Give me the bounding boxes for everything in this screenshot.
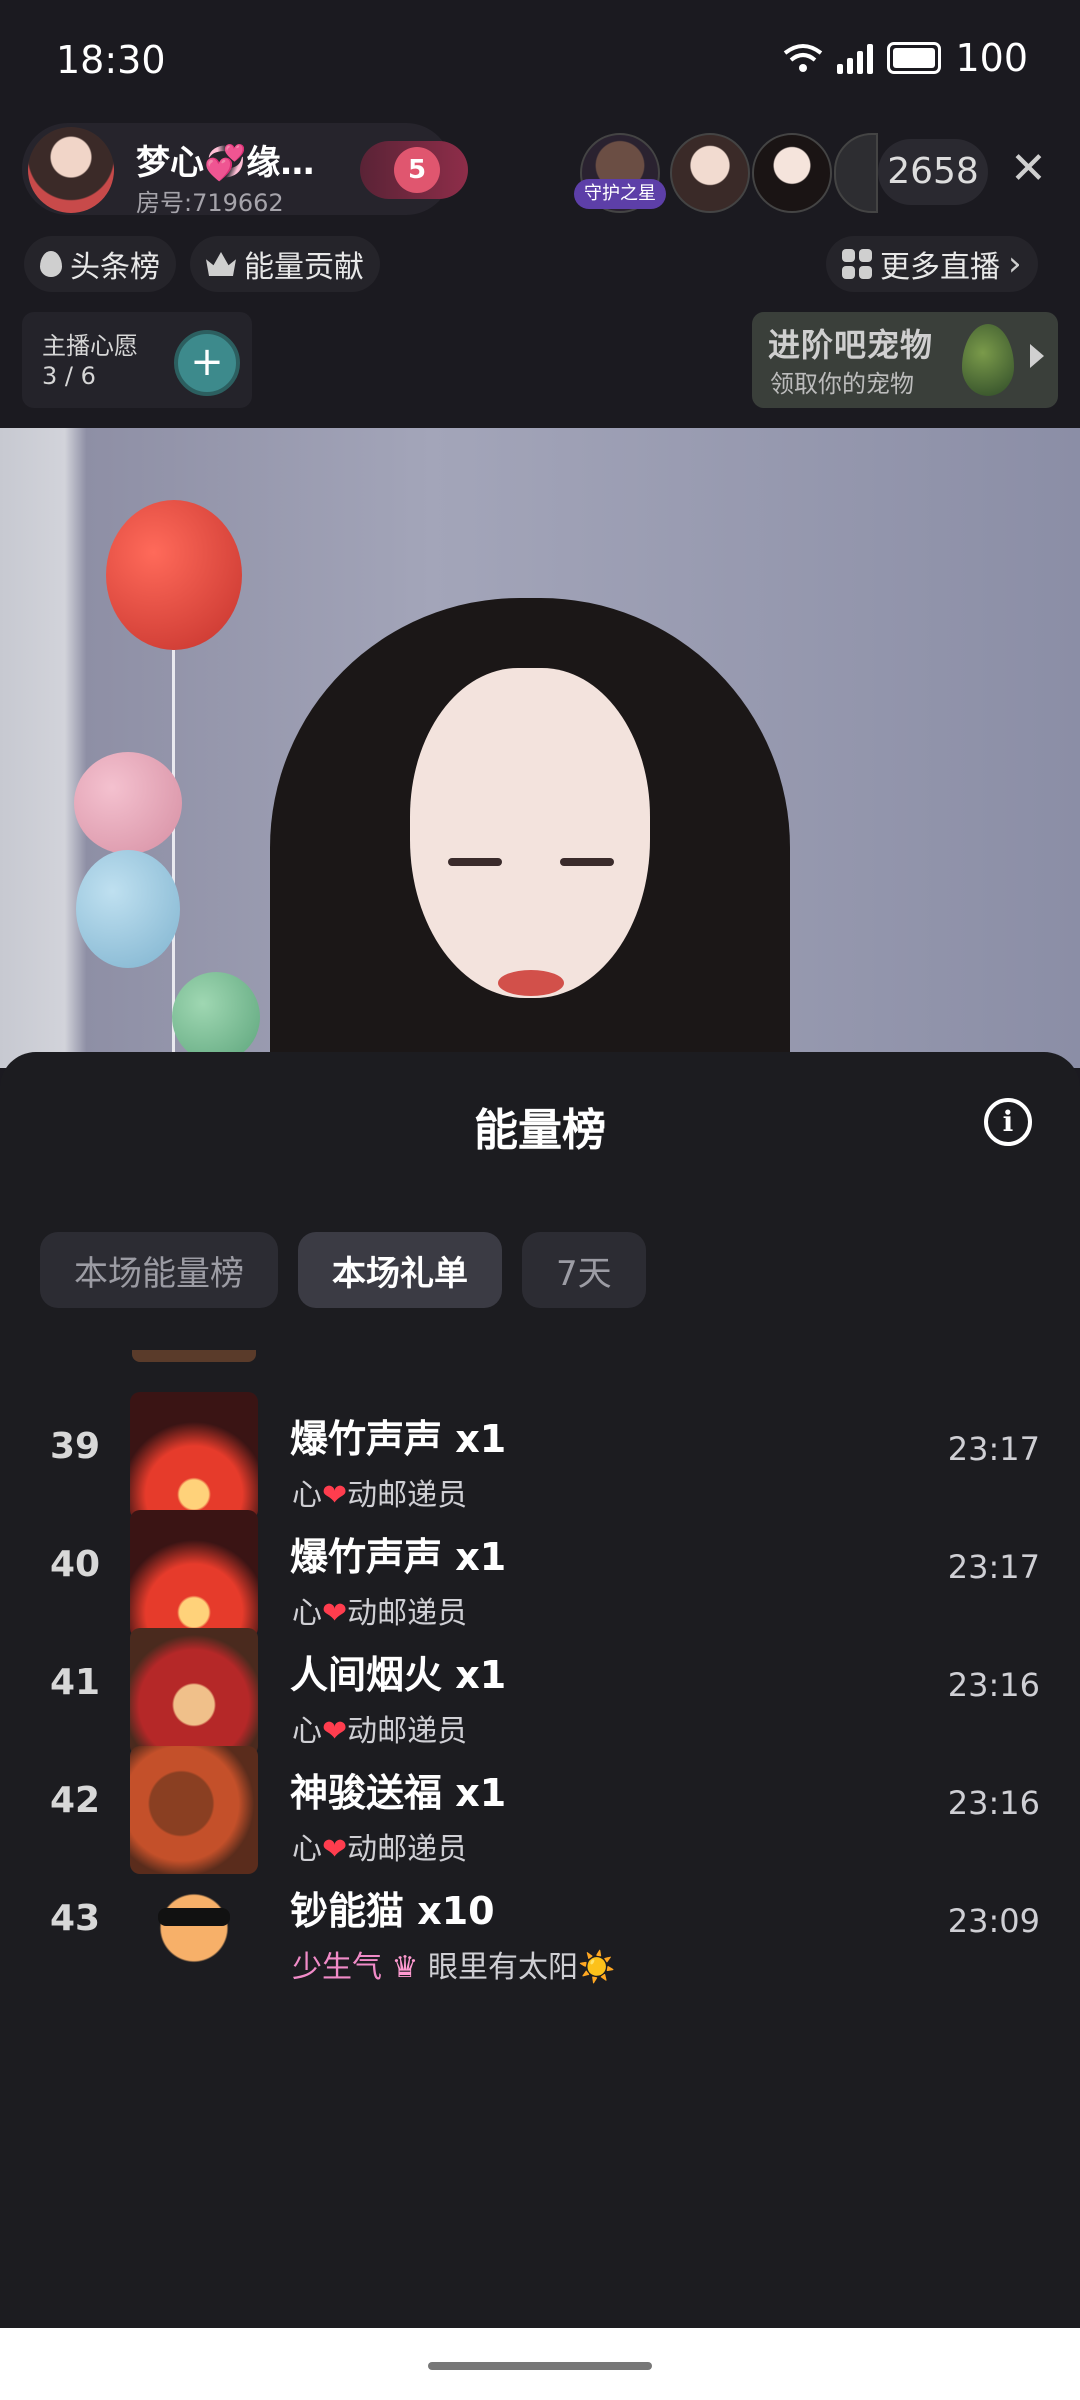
- sender-name: 少生气 ♛ 眼里有太阳☀️: [292, 1950, 616, 1985]
- gift-time: 23:09: [947, 1902, 1040, 1940]
- drop-icon: [40, 251, 62, 277]
- pink-balloon: [74, 752, 182, 854]
- rank-number: 43: [49, 1898, 101, 1939]
- streamer-lips: [498, 970, 564, 996]
- host-info[interactable]: 梦心💞缘… 房号:719662 5: [22, 123, 468, 217]
- guard-star-badge: 守护之星: [574, 179, 666, 209]
- host-name: 梦心💞缘…: [136, 143, 315, 183]
- gift-name: 神骏送福 x1: [290, 1771, 507, 1815]
- gift-name: 爆竹声声 x1: [290, 1535, 507, 1579]
- rank-tabs: 本场能量榜 本场礼单 7天: [40, 1232, 646, 1308]
- close-icon[interactable]: ✕: [1010, 143, 1047, 194]
- gift-time: 23:17: [947, 1548, 1040, 1586]
- host-avatar[interactable]: [28, 127, 114, 213]
- gift-name: 钞能猫 x10: [290, 1889, 495, 1933]
- info-icon[interactable]: i: [984, 1098, 1032, 1146]
- wish-progress: 3 / 6: [42, 362, 96, 390]
- play-arrow-icon: [1030, 344, 1044, 368]
- energy-contribution-label: 能量贡献: [244, 250, 364, 285]
- home-indicator[interactable]: [428, 2362, 652, 2370]
- tab-gift-list[interactable]: 本场礼单: [298, 1232, 502, 1308]
- gift-name: 人间烟火 x1: [290, 1653, 507, 1697]
- energy-rank-sheet: 能量榜 i 本场能量榜 本场礼单 7天 39 爆竹声声 x1 心❤动邮递员 23…: [0, 1052, 1080, 2328]
- red-balloon: [106, 500, 242, 650]
- streamer-eye: [448, 858, 502, 866]
- gift-time: 23:17: [947, 1430, 1040, 1468]
- wifi-icon: [784, 44, 823, 72]
- money-cat-gift-icon: [130, 1864, 258, 1992]
- headline-rank-label: 头条榜: [70, 250, 160, 285]
- grid-icon: [842, 249, 872, 279]
- add-wish-icon[interactable]: +: [174, 330, 240, 396]
- egg-icon: [962, 324, 1014, 396]
- more-live-button[interactable]: 更多直播 ›: [826, 236, 1038, 292]
- list-item[interactable]: 43 钞能猫 x10 少生气 ♛ 眼里有太阳☀️ 23:09: [0, 1844, 1080, 2014]
- rank-number: 41: [49, 1662, 101, 1703]
- status-icons: 100: [783, 36, 1028, 80]
- rank-number: 39: [49, 1426, 101, 1467]
- streamer-eye: [560, 858, 614, 866]
- green-balloon: [172, 972, 260, 1062]
- gift-time: 23:16: [947, 1666, 1040, 1704]
- gift-time: 23:16: [947, 1784, 1040, 1822]
- status-bar: 18:30 100: [0, 0, 1080, 120]
- headline-rank-button[interactable]: 头条榜: [24, 236, 176, 292]
- pet-promo-title: 进阶吧宠物: [768, 326, 934, 364]
- host-wish-card[interactable]: 主播心愿 3 / 6 +: [22, 312, 252, 408]
- heart-level-badge[interactable]: 5: [360, 141, 468, 199]
- battery-level: 100: [955, 36, 1028, 80]
- viewer-avatar[interactable]: [752, 133, 832, 213]
- crown-icon: ♛: [391, 1950, 419, 1985]
- rank-tags: 头条榜 能量贡献 更多直播 ›: [0, 236, 1080, 296]
- blue-balloon: [76, 850, 180, 968]
- gesture-nav-bar: [0, 2328, 1080, 2400]
- gift-list[interactable]: 39 爆竹声声 x1 心❤动邮递员 23:17 40 爆竹声声 x1 心❤动邮递…: [0, 1350, 1080, 2328]
- sheet-title: 能量榜: [474, 1105, 606, 1156]
- status-time: 18:30: [56, 38, 166, 82]
- tab-energy-rank[interactable]: 本场能量榜: [40, 1232, 278, 1308]
- heart-level: 5: [394, 147, 440, 193]
- crown-icon: [206, 252, 236, 276]
- more-live-label: 更多直播: [880, 250, 1000, 285]
- viewer-count[interactable]: 2658: [878, 139, 988, 205]
- pet-promo-subtitle: 领取你的宠物: [770, 370, 914, 398]
- chevron-right-icon: ›: [1008, 244, 1022, 284]
- energy-contribution-button[interactable]: 能量贡献: [190, 236, 380, 292]
- gift-name: 爆竹声声 x1: [290, 1417, 507, 1461]
- live-video[interactable]: [0, 428, 1080, 1068]
- pet-promo-banner[interactable]: 进阶吧宠物 领取你的宠物: [752, 312, 1058, 408]
- room-number: 房号:719662: [136, 189, 284, 217]
- wish-title: 主播心愿: [42, 332, 138, 360]
- tab-7-days[interactable]: 7天: [522, 1232, 646, 1308]
- signal-icon: [837, 42, 874, 74]
- live-room-header: 梦心💞缘… 房号:719662 5 守护之星 2658 ✕: [0, 115, 1080, 225]
- rank-number: 40: [49, 1544, 101, 1585]
- viewer-avatar[interactable]: [670, 133, 750, 213]
- battery-icon: [887, 42, 942, 74]
- rank-number: 42: [49, 1780, 101, 1821]
- streamer-face: [410, 668, 650, 998]
- viewer-avatar[interactable]: [834, 133, 878, 213]
- list-item-partial: [132, 1350, 256, 1362]
